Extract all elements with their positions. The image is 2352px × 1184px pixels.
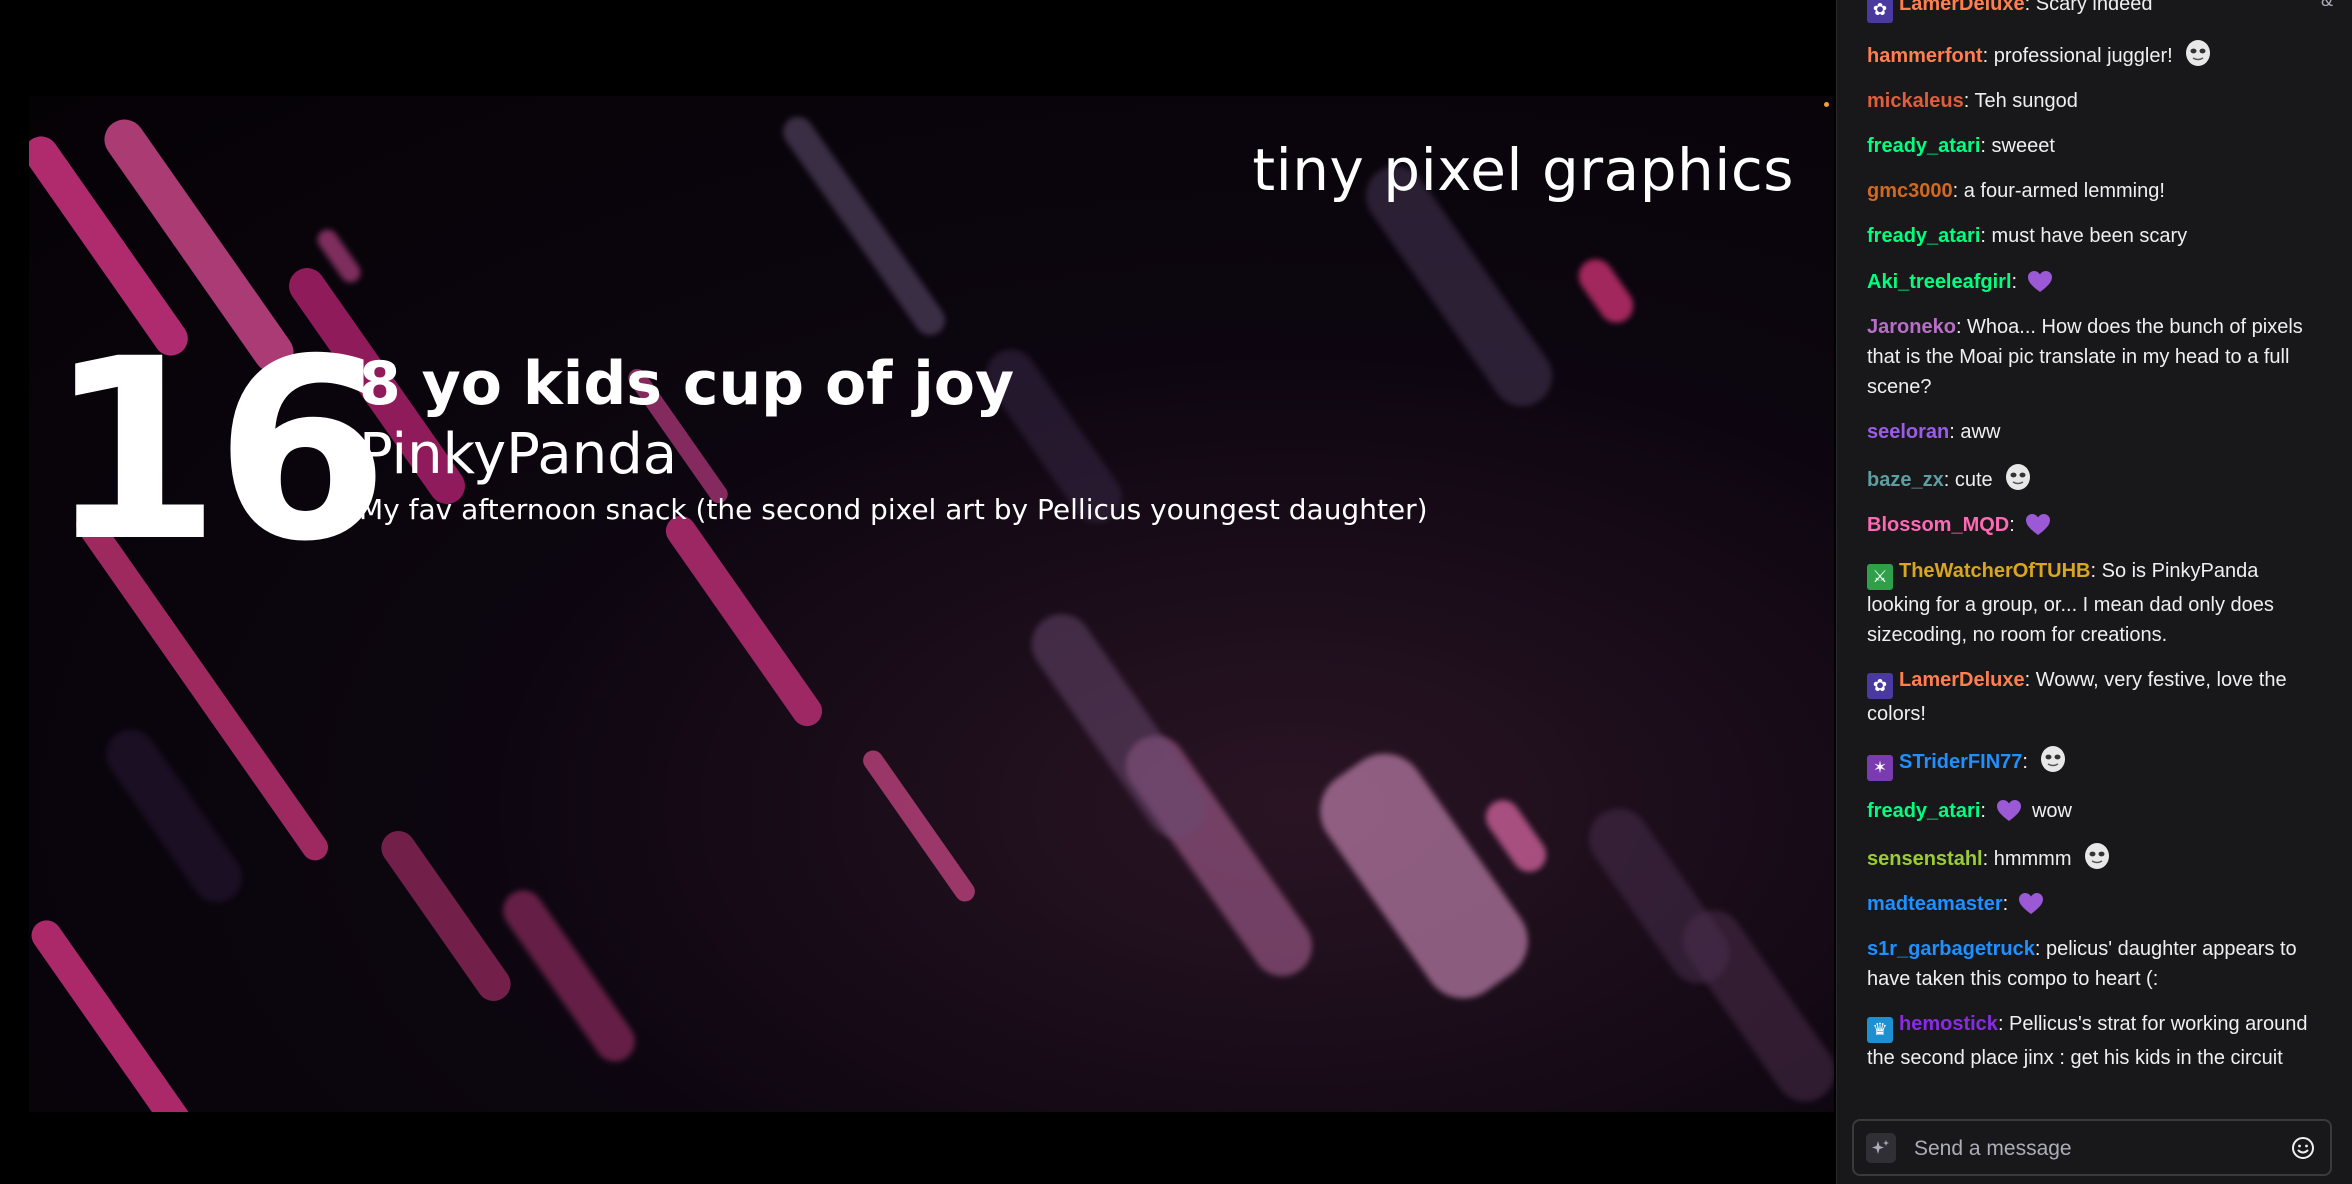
chat-message-text: : hmmmm	[1982, 847, 2072, 870]
chat-message-text: : sweeet	[1980, 135, 2055, 158]
background-streak	[29, 914, 223, 1112]
chat-username[interactable]: STriderFIN77	[1899, 751, 2022, 773]
chat-message: Jaroneko: Whoa... How does the bunch of …	[1867, 304, 2327, 410]
entry-description: My fav afternoon snack (the second pixel…	[359, 493, 1428, 526]
background-streak	[374, 824, 518, 1008]
entry-title: 8 yo kids cup of joy	[359, 349, 1015, 419]
chat-message-text: :	[2011, 270, 2018, 293]
video-player[interactable]: tiny pixel graphics 16 8 yo kids cup of …	[29, 96, 1834, 1112]
face-emote	[2040, 746, 2065, 772]
chat-message-text: : cute	[1943, 469, 1993, 492]
face-emote	[2005, 464, 2030, 491]
chat-message-list[interactable]: ✿ LamerDeluxe: Scary indeed hammerfont: pr…	[1867, 0, 2327, 1105]
chat-username[interactable]: madteamaster	[1867, 893, 2003, 915]
background-streak	[495, 882, 643, 1070]
chat-message: fready_atari: sweeet	[1867, 124, 2327, 169]
chat-message: mickaleus: Teh sungod	[1867, 79, 2327, 124]
chat-username[interactable]: fready_atari	[1867, 135, 1980, 157]
chat-message: ✿ LamerDeluxe: Scary indeed	[1867, 0, 2327, 31]
chat-username[interactable]: TheWatcherOfTUHB	[1899, 560, 2090, 582]
chat-message-text: wow	[2031, 799, 2072, 822]
chat-username[interactable]: Aki_treeleafgirl	[1867, 271, 2012, 293]
background-streak	[1019, 602, 1219, 850]
chat-username[interactable]: mickaleus	[1867, 90, 1964, 112]
chat-message-text: : must have been scary	[1980, 225, 2188, 248]
chat-message: Aki_treeleafgirl:	[1867, 259, 2327, 304]
chat-username[interactable]: s1r_garbagetruck	[1867, 938, 2035, 960]
chat-message: ⚔ TheWatcherOfTUHB: So is PinkyPanda look…	[1867, 548, 2327, 657]
entry-number: 16	[47, 305, 389, 596]
chat-panel: ^& ✿ LamerDeluxe: Scary indeed hammerfont:…	[1836, 0, 2352, 1184]
chat-message: hammerfont: professional juggler!	[1867, 31, 2327, 79]
chat-username[interactable]: gmc3000	[1867, 180, 1953, 202]
sword-badge-icon[interactable]: ⚔	[1867, 563, 1893, 590]
chat-username[interactable]: sensenstahl	[1867, 848, 1983, 870]
chat-username[interactable]: Jaroneko	[1867, 316, 1956, 338]
chat-message: fready_atari: must have been scary	[1867, 214, 2327, 259]
chat-message: Blossom_MQD:	[1867, 503, 2327, 548]
face-emote	[2185, 40, 2210, 67]
sparkle-icon[interactable]	[1866, 1133, 1896, 1163]
chat-message: gmc3000: a four-armed lemming!	[1867, 169, 2327, 214]
chat-username[interactable]: baze_zx	[1867, 469, 1944, 491]
chat-message-text: : aww	[1949, 421, 2001, 444]
chat-username[interactable]: fready_atari	[1867, 225, 1980, 247]
background-streak	[1304, 737, 1544, 1015]
background-streak	[859, 746, 979, 906]
chat-message-text: :	[1980, 799, 1986, 822]
purple-heart-emote	[2025, 514, 2050, 536]
chat-message: ✿ LamerDeluxe: Woww, very festive, love t…	[1867, 658, 2327, 737]
chat-username[interactable]: fready_atari	[1867, 800, 1980, 822]
background-streak	[1571, 252, 1641, 330]
chat-message-text: :	[2009, 514, 2015, 537]
chat-message: sensenstahl: hmmmm	[1867, 833, 2327, 881]
chat-message: seeloran: aww	[1867, 410, 2327, 455]
chat-input-box[interactable]	[1852, 1119, 2332, 1176]
chat-message-input[interactable]	[1912, 1121, 2256, 1176]
chat-username[interactable]: hammerfont	[1867, 45, 1983, 67]
chat-message: s1r_garbagetruck: pelicus' daughter appe…	[1867, 927, 2327, 1002]
chat-message-text: :	[2002, 892, 2009, 915]
chat-username[interactable]: LamerDeluxe	[1899, 0, 2025, 15]
smiley-icon[interactable]	[2290, 1135, 2316, 1161]
chat-username[interactable]: seeloran	[1867, 421, 1949, 443]
chat-username[interactable]: Blossom_MQD	[1867, 514, 2009, 536]
chat-username[interactable]: LamerDeluxe	[1899, 669, 2025, 691]
background-streak	[1577, 796, 1741, 996]
chat-message: ♛ hemostick: Pellicus's strat for working…	[1867, 1002, 2327, 1081]
face-emote	[2084, 842, 2109, 869]
chat-message-text: : professional juggler!	[1982, 45, 2173, 68]
tulip-badge-icon[interactable]: ✿	[1867, 0, 1893, 24]
chat-message-text: : a four-armed lemming!	[1952, 180, 2165, 203]
purple-heart-emote	[1996, 799, 2021, 821]
background-streak	[777, 110, 951, 342]
chat-message-text: : Scary indeed	[2024, 0, 2153, 16]
background-streak	[96, 719, 252, 913]
background-streak	[660, 510, 828, 732]
entry-author: PinkyPanda	[359, 422, 678, 487]
subscriber-badge-icon[interactable]: ✶	[1867, 755, 1893, 781]
background-streak	[1479, 793, 1553, 879]
purple-heart-emote	[2019, 892, 2044, 914]
chat-message: ✶ STriderFIN77:	[1867, 737, 2327, 789]
chat-message: baze_zx: cute	[1867, 455, 2327, 503]
chat-message: fready_atari: wow	[1867, 788, 2327, 833]
chat-message-text: :	[2022, 751, 2028, 773]
stream-area: tiny pixel graphics 16 8 yo kids cup of …	[0, 0, 1836, 1184]
tulip-badge-icon[interactable]: ✿	[1867, 672, 1893, 699]
chat-username[interactable]: hemostick	[1899, 1013, 1998, 1035]
live-indicator-dot	[1824, 102, 1829, 107]
chat-message-text: : Teh sungod	[1963, 90, 2078, 113]
overlay-caption: tiny pixel graphics	[1252, 136, 1794, 204]
chat-message: madteamaster:	[1867, 882, 2327, 927]
purple-heart-emote	[2028, 270, 2053, 292]
crown-badge-icon[interactable]: ♛	[1867, 1017, 1893, 1044]
